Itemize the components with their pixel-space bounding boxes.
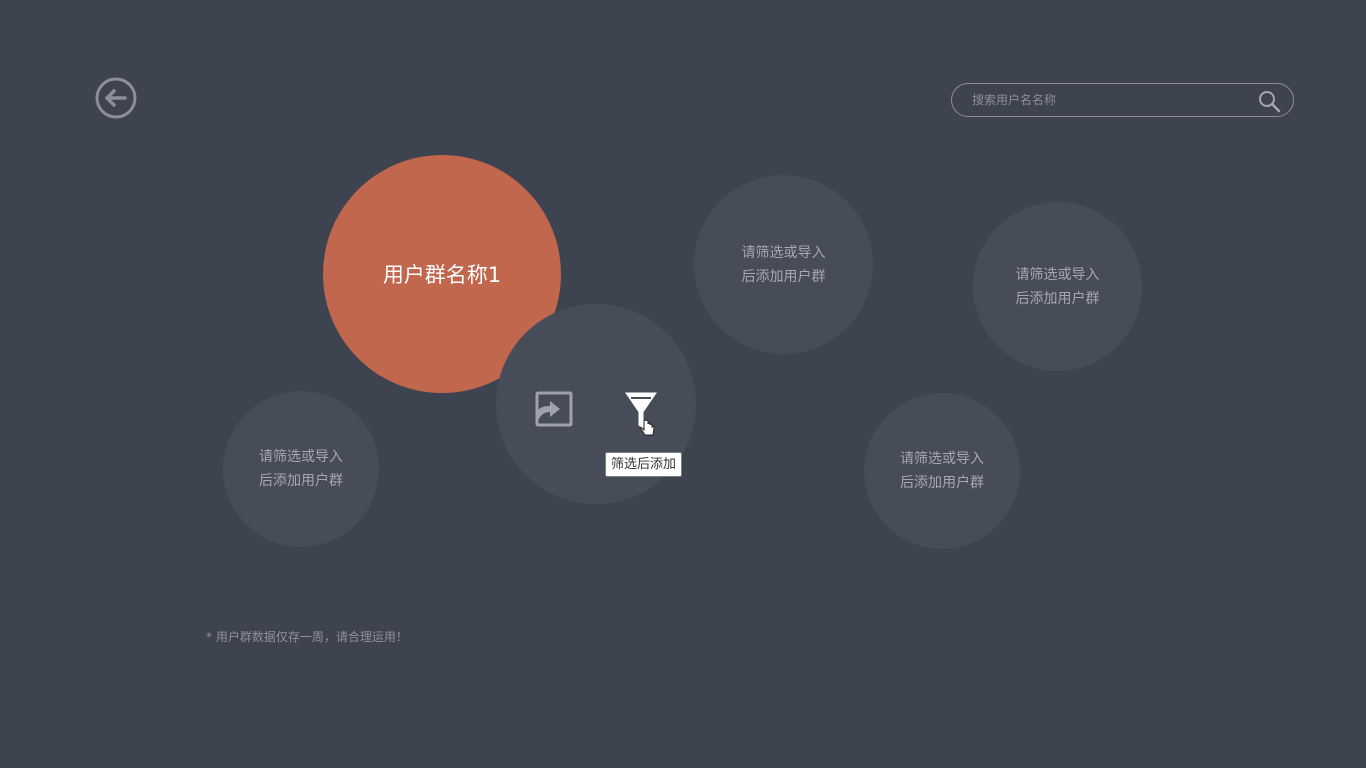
import-icon[interactable] xyxy=(534,390,574,430)
empty-group-hint: 请筛选或导入 后添加用户群 xyxy=(900,451,984,491)
search-icon[interactable] xyxy=(1257,89,1281,113)
empty-group-slot[interactable]: 请筛选或导入 后添加用户群 xyxy=(223,391,379,547)
empty-group-hint: 请筛选或导入 后添加用户群 xyxy=(259,449,343,489)
empty-group-slot[interactable]: 请筛选或导入 后添加用户群 xyxy=(973,202,1142,371)
back-arrow-icon xyxy=(95,77,137,119)
retention-footnote: * 用户群数据仅存一周，请合理运用！ xyxy=(206,630,408,644)
user-group-name: 用户群名称1 xyxy=(382,263,502,287)
empty-group-slot[interactable]: 请筛选或导入 后添加用户群 xyxy=(864,393,1020,549)
empty-group-slot[interactable]: 请筛选或导入 后添加用户群 xyxy=(694,175,873,354)
back-button[interactable] xyxy=(95,77,137,119)
empty-group-hint: 请筛选或导入 后添加用户群 xyxy=(1015,266,1100,307)
search-box xyxy=(951,83,1294,117)
filter-icon[interactable] xyxy=(623,390,659,440)
search-input[interactable] xyxy=(972,84,1242,116)
empty-group-hint: 请筛选或导入 后添加用户群 xyxy=(741,244,826,285)
filter-tooltip: 筛选后添加 xyxy=(605,452,683,477)
